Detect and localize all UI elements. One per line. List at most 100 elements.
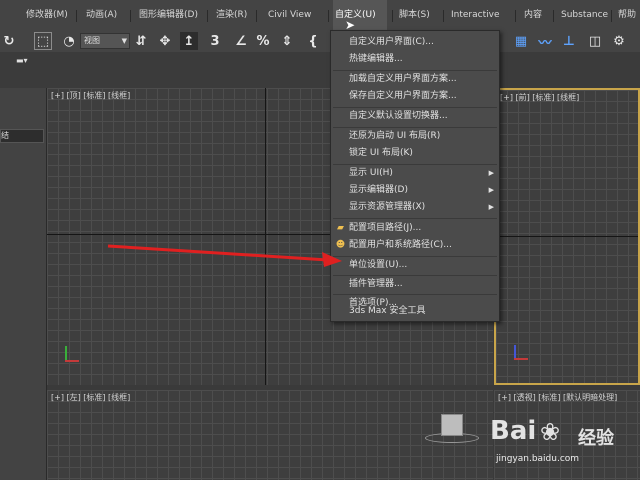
menu-item-defaults-switcher[interactable]: 自定义默认设置切换器...	[331, 108, 499, 125]
chevron-down-icon: ▼	[121, 37, 127, 45]
menu-divider	[611, 10, 612, 22]
menu-item-label: 热键编辑器...	[349, 54, 403, 64]
submenu-arrow-icon: ▶	[488, 186, 494, 194]
menu-item-load-custom-ui[interactable]: 加载自定义用户界面方案...	[331, 71, 499, 88]
schematic-view-icon[interactable]: ⊥	[560, 32, 578, 50]
menu-item-label: 加载自定义用户界面方案...	[349, 74, 457, 84]
menu-item-label: 自定义默认设置切换器...	[349, 111, 448, 121]
snap-3d-icon[interactable]: 3	[206, 32, 224, 50]
spinner-snap-icon[interactable]: ⇕	[278, 32, 296, 50]
named-selection-icon[interactable]: {	[304, 32, 322, 50]
menu-item-label: 显示 UI(H)	[349, 168, 393, 178]
menu-item-label: 还原为启动 UI 布局(R)	[349, 131, 441, 141]
grid-axis-vertical	[265, 88, 266, 385]
grid-axis-horizontal	[496, 236, 638, 237]
menu-divider	[553, 10, 554, 22]
submenu-arrow-icon: ▶	[488, 169, 494, 177]
scene-explorer-field[interactable]: 结	[0, 129, 44, 143]
menu-item-label: 自定义用户界面(C)...	[349, 37, 434, 47]
menu-item-plugin-manager[interactable]: 插件管理器...	[331, 276, 499, 293]
ribbon-area: ▬▾	[0, 52, 640, 89]
viewport-label[interactable]: [+] [前] [标准] [线框]	[500, 92, 579, 103]
percent-snap-icon[interactable]: %	[254, 32, 272, 50]
viewport-label[interactable]: [+] [透视] [标准] [默认明暗处理]	[498, 392, 617, 403]
menu-item-label: 显示资源管理器(X)	[349, 202, 426, 212]
watermark-url: jingyan.baidu.com	[496, 454, 580, 464]
viewport-left[interactable]: [+] [左] [标准] [线框]	[47, 390, 493, 480]
arrow-head	[322, 252, 342, 267]
ribbon-toggle-icon[interactable]: ▬▾	[16, 56, 38, 66]
submenu-arrow-icon: ▶	[488, 203, 494, 211]
menu-item-label: 配置用户和系统路径(C)...	[349, 240, 452, 250]
menu-item-show-ui[interactable]: 显示 UI(H) ▶	[331, 165, 499, 182]
reference-coordinate-value: 视图	[84, 36, 100, 45]
mouse-cursor-icon: ➤	[345, 18, 356, 32]
menu-item-hotkey-editor[interactable]: 热键编辑器...	[331, 51, 499, 68]
watermark-jingyan: 经验	[578, 428, 614, 449]
viewcube-icon[interactable]	[441, 414, 463, 436]
menu-item-security-tools[interactable]: 3ds Max 安全工具	[331, 303, 499, 320]
reference-coordinate-select[interactable]: 视图 ▼	[80, 33, 130, 49]
menu-modifiers[interactable]: 修改器(M)	[24, 0, 70, 30]
angle-snap-icon[interactable]: ∠	[232, 32, 250, 50]
menu-graph-editors[interactable]: 图形编辑器(D)	[137, 0, 200, 30]
menu-divider	[328, 10, 329, 22]
menu-divider	[256, 10, 257, 22]
viewport-label[interactable]: [+] [顶] [标准] [线框]	[51, 90, 130, 101]
menu-divider	[130, 10, 131, 22]
menu-item-show-editors[interactable]: 显示编辑器(D) ▶	[331, 182, 499, 199]
menu-item-label: 保存自定义用户界面方案...	[349, 91, 457, 101]
move-icon[interactable]: ✥	[156, 32, 174, 50]
arrow-shaft	[107, 244, 329, 262]
menu-item-label: 配置项目路径(J)...	[349, 223, 422, 233]
layer-explorer-icon[interactable]: ▦	[512, 32, 530, 50]
menu-item-label: 显示编辑器(D)	[349, 185, 408, 195]
select-filter-icon[interactable]: ◔	[60, 32, 78, 50]
menu-item-label: 锁定 UI 布局(K)	[349, 148, 413, 158]
paw-icon: ❀	[540, 418, 561, 446]
viewport-front[interactable]: [+] [前] [标准] [线框]	[494, 88, 640, 385]
menu-divider	[443, 10, 444, 22]
scene-explorer-field-text: 结	[1, 131, 9, 140]
folder-icon: ▰	[337, 223, 344, 233]
menu-divider	[76, 10, 77, 22]
menu-content[interactable]: 内容	[522, 0, 544, 30]
redo-icon[interactable]: ↻	[0, 32, 18, 50]
menu-interactive[interactable]: Interactive	[449, 0, 501, 30]
axis-gizmo-z	[514, 345, 516, 359]
select-and-link-icon[interactable]: ⇵	[132, 32, 150, 50]
viewport-label[interactable]: [+] [左] [标准] [线框]	[51, 392, 130, 403]
axis-gizmo-y	[65, 346, 67, 360]
menu-substance[interactable]: Substance	[559, 0, 610, 30]
baidu-watermark: Bai ❀ 经验 jingyan.baidu.com	[490, 410, 640, 480]
material-editor-icon[interactable]: ◫	[586, 32, 604, 50]
axis-gizmo-x	[514, 358, 528, 360]
menu-civil-view[interactable]: Civil View	[266, 0, 313, 30]
axis-gizmo-x	[65, 360, 79, 362]
menu-scripting[interactable]: 脚本(S)	[397, 0, 432, 30]
select-move-icon[interactable]: ↥	[180, 32, 198, 50]
red-arrow-annotation	[107, 244, 342, 267]
menu-item-save-custom-ui[interactable]: 保存自定义用户界面方案...	[331, 88, 499, 105]
menu-item-customize-ui[interactable]: 自定义用户界面(C)...	[331, 34, 499, 51]
menu-item-units-setup[interactable]: 单位设置(U)...	[331, 257, 499, 274]
menu-divider	[392, 10, 393, 22]
menu-item-revert-startup-layout[interactable]: 还原为启动 UI 布局(R)	[331, 128, 499, 145]
select-region-icon[interactable]: ⬚	[34, 32, 52, 50]
render-setup-icon[interactable]: ⚙	[610, 32, 628, 50]
scene-explorer-panel	[0, 88, 47, 480]
menu-item-show-explorers[interactable]: 显示资源管理器(X) ▶	[331, 199, 499, 216]
menu-animation[interactable]: 动画(A)	[84, 0, 119, 30]
menu-bar: 修改器(M) 动画(A) 图形编辑器(D) 渲染(R) Civil View 自…	[0, 0, 640, 31]
baidu-logo: Bai	[490, 416, 537, 446]
curve-editor-icon[interactable]: 〰	[536, 32, 554, 51]
menu-item-label: 3ds Max 安全工具	[349, 306, 426, 316]
customize-dropdown-menu: 自定义用户界面(C)... 热键编辑器... 加载自定义用户界面方案... 保存…	[330, 30, 500, 322]
menu-customize[interactable]: 自定义(U)	[333, 0, 387, 30]
menu-item-configure-project-paths[interactable]: ▰ 配置项目路径(J)...	[331, 220, 499, 237]
menu-item-configure-user-system-paths[interactable]: ☻ 配置用户和系统路径(C)...	[331, 237, 499, 254]
menu-rendering[interactable]: 渲染(R)	[214, 0, 249, 30]
menu-item-lock-ui-layout[interactable]: 锁定 UI 布局(K)	[331, 145, 499, 162]
menu-item-label: 插件管理器...	[349, 279, 403, 289]
menu-help[interactable]: 帮助	[616, 0, 638, 30]
